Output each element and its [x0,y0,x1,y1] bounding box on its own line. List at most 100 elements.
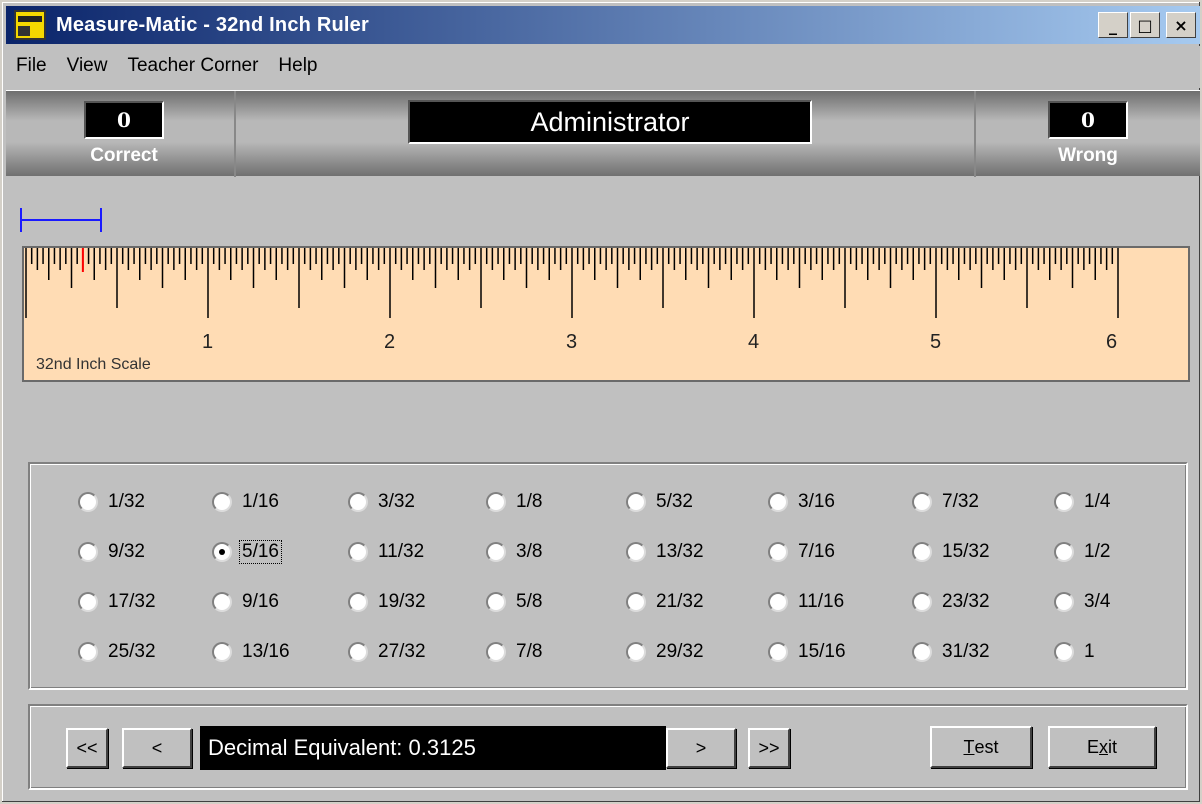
fraction-option[interactable]: 11/32 [348,538,426,566]
test-label: est [974,736,999,757]
radio-button[interactable] [486,642,506,662]
fraction-option[interactable]: 25/32 [78,638,158,666]
radio-button[interactable] [768,492,788,512]
fraction-option[interactable]: 23/32 [912,588,992,616]
radio-button[interactable] [768,642,788,662]
score-divider-right [974,91,976,177]
fraction-option[interactable]: 3/32 [348,488,417,516]
fraction-option[interactable]: 7/16 [768,538,837,566]
radio-button[interactable] [912,642,932,662]
fraction-option-label: 7/8 [516,641,543,662]
fraction-option[interactable]: 5/16 [212,538,282,566]
fraction-option[interactable]: 31/32 [912,638,992,666]
radio-button[interactable] [912,542,932,562]
radio-button[interactable] [78,592,98,612]
fraction-option[interactable]: 7/8 [486,638,544,666]
menu-view[interactable]: View [57,55,118,77]
fraction-option[interactable]: 1 [1054,638,1097,666]
fraction-option-label: 3/16 [798,491,835,512]
menu-file[interactable]: File [6,55,57,77]
previous-button[interactable]: < [122,728,192,768]
next-button[interactable]: > [666,728,736,768]
radio-button[interactable] [486,592,506,612]
wrong-label: Wrong [1058,145,1118,166]
radio-button[interactable] [912,492,932,512]
fraction-option-label: 1/2 [1084,541,1111,562]
fraction-option[interactable]: 3/16 [768,488,837,516]
fraction-option[interactable]: 1/4 [1054,488,1112,516]
radio-button[interactable] [768,542,788,562]
radio-button[interactable] [1054,642,1074,662]
title-bar[interactable]: Measure-Matic - 32nd Inch Ruler _ □ × [6,6,1200,44]
radio-button[interactable] [486,542,506,562]
fraction-option-label: 5/16 [239,540,282,564]
radio-button[interactable] [212,542,232,562]
radio-button[interactable] [486,492,506,512]
fraction-option[interactable]: 13/32 [626,538,706,566]
fraction-option[interactable]: 9/16 [212,588,281,616]
fraction-option-label: 1/8 [516,491,543,512]
radio-button[interactable] [348,492,368,512]
fraction-option[interactable]: 27/32 [348,638,428,666]
ruler-inch-label: 1 [202,331,213,353]
window-title: Measure-Matic - 32nd Inch Ruler [56,13,369,36]
fraction-option-label: 7/16 [798,541,835,562]
fraction-options-panel: 1/32 1/16 3/32 1/8 5/32 3/16 7/32 1/4 9/32 5/16 11… [28,462,1188,690]
fraction-option-label: 25/32 [108,641,156,662]
ruler-app-icon[interactable] [14,10,46,40]
fraction-option[interactable]: 1/8 [486,488,544,516]
radio-button[interactable] [78,642,98,662]
fraction-option-label: 9/16 [242,591,279,612]
radio-button[interactable] [1054,542,1074,562]
radio-button[interactable] [626,492,646,512]
fraction-option[interactable]: 15/32 [912,538,992,566]
fraction-option[interactable]: 7/32 [912,488,981,516]
radio-button[interactable] [78,492,98,512]
close-button[interactable]: × [1166,12,1196,38]
radio-button[interactable] [212,642,232,662]
fraction-option[interactable]: 13/16 [212,638,292,666]
radio-button[interactable] [78,542,98,562]
fraction-option[interactable]: 21/32 [626,588,706,616]
fraction-option[interactable]: 5/32 [626,488,695,516]
fraction-option[interactable]: 1/2 [1054,538,1112,566]
radio-button[interactable] [768,592,788,612]
fraction-option[interactable]: 3/8 [486,538,544,566]
fraction-option[interactable]: 1/32 [78,488,147,516]
fraction-option[interactable]: 29/32 [626,638,706,666]
radio-button[interactable] [348,592,368,612]
radio-button[interactable] [1054,592,1074,612]
test-button[interactable]: Test [930,726,1032,768]
radio-button[interactable] [212,492,232,512]
radio-button[interactable] [626,642,646,662]
radio-button[interactable] [212,592,232,612]
first-button[interactable]: << [66,728,108,768]
radio-button[interactable] [912,592,932,612]
fraction-option[interactable]: 5/8 [486,588,544,616]
window-controls: _ □ × [1098,12,1196,38]
fraction-option-label: 15/16 [798,641,846,662]
fraction-option-label: 11/16 [798,591,845,612]
fraction-option[interactable]: 1/16 [212,488,281,516]
fraction-option[interactable]: 15/16 [768,638,848,666]
radio-button[interactable] [1054,492,1074,512]
ruler-ticks: 1 2 3 4 5 6 [25,248,1119,353]
fraction-option-label: 7/32 [942,491,979,512]
fraction-option[interactable]: 17/32 [78,588,158,616]
radio-button[interactable] [626,542,646,562]
exit-button[interactable]: Ex it [1048,726,1156,768]
fraction-option[interactable]: 3/4 [1054,588,1112,616]
fraction-option-label: 13/32 [656,541,704,562]
menu-teacher-corner[interactable]: Teacher Corner [117,55,268,77]
fraction-option[interactable]: 19/32 [348,588,428,616]
minimize-button[interactable]: _ [1098,12,1128,38]
last-button[interactable]: >> [748,728,790,768]
fraction-option[interactable]: 9/32 [78,538,147,566]
maximize-button[interactable]: □ [1130,12,1160,38]
radio-button[interactable] [348,542,368,562]
fraction-option[interactable]: 11/16 [768,588,846,616]
menu-help[interactable]: Help [268,55,327,77]
radio-button[interactable] [348,642,368,662]
radio-button[interactable] [626,592,646,612]
test-mnemonic: T [963,736,975,757]
